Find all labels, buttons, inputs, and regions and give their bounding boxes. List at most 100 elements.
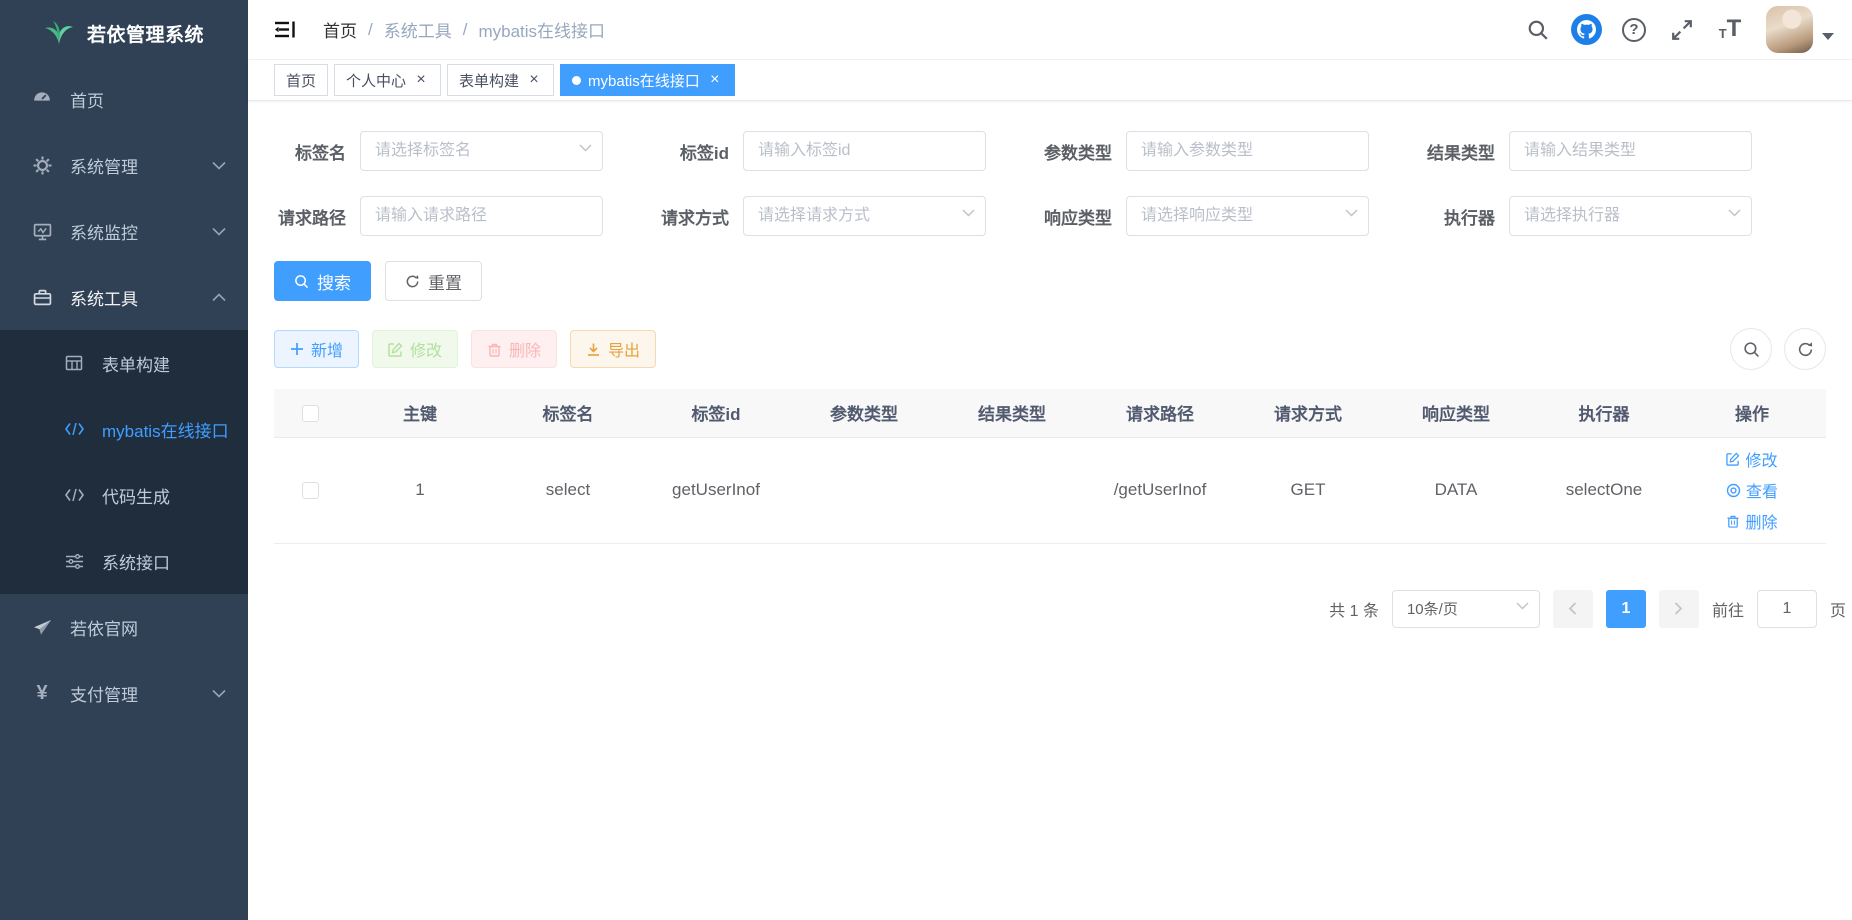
- yen-icon: ¥: [30, 682, 54, 705]
- user-menu[interactable]: [1766, 6, 1834, 53]
- sidebar-item-label: 系统管理: [70, 153, 138, 178]
- breadcrumb-separator: /: [463, 20, 468, 40]
- header-tag-id: 标签id: [642, 389, 790, 437]
- edit-button[interactable]: 修改: [372, 330, 458, 368]
- help-button[interactable]: ?: [1614, 8, 1654, 52]
- refresh-table-button[interactable]: [1784, 328, 1826, 370]
- page-unit-label: 页: [1830, 597, 1846, 621]
- cell-tag-name: select: [494, 437, 642, 543]
- table-right-tools: [1730, 328, 1826, 370]
- next-page-button[interactable]: [1659, 590, 1699, 628]
- sidebar-item-system-monitor[interactable]: 系统监控: [0, 198, 248, 264]
- request-path-input[interactable]: [360, 196, 603, 236]
- header-search-button[interactable]: [1518, 8, 1558, 52]
- close-icon[interactable]: ×: [707, 72, 723, 88]
- top-navbar: 首页 / 系统工具 / mybatis在线接口 ?: [248, 0, 1852, 60]
- sidebar-item-system-tools[interactable]: 系统工具: [0, 264, 248, 330]
- tab-profile[interactable]: 个人中心 ×: [334, 64, 441, 96]
- code-icon: [62, 422, 86, 436]
- font-size-button[interactable]: TT: [1710, 8, 1750, 52]
- header-primary-key: 主键: [346, 389, 494, 437]
- font-size-icon: TT: [1719, 19, 1742, 39]
- search-button[interactable]: 搜索: [274, 261, 371, 301]
- search-icon: [1527, 19, 1549, 41]
- header-request-path: 请求路径: [1086, 389, 1234, 437]
- gear-icon: [30, 156, 54, 175]
- tag-id-input[interactable]: [743, 131, 986, 171]
- chevron-right-icon: [1674, 602, 1683, 615]
- cell-response-type: DATA: [1382, 437, 1530, 543]
- filter-label: 结果类型: [1423, 139, 1509, 164]
- prev-page-button[interactable]: [1553, 590, 1593, 628]
- filter-label: 请求方式: [657, 204, 743, 229]
- page-number-button[interactable]: 1: [1606, 590, 1646, 628]
- view-link[interactable]: 查看: [1726, 478, 1778, 502]
- close-icon[interactable]: ×: [526, 72, 542, 88]
- sidebar-item-code-gen[interactable]: 代码生成: [0, 462, 248, 528]
- sidebar-item-mybatis-api[interactable]: mybatis在线接口: [0, 396, 248, 462]
- breadcrumb-item-home[interactable]: 首页: [323, 17, 357, 42]
- tag-name-select[interactable]: [360, 131, 603, 171]
- hamburger-icon: [274, 20, 297, 39]
- executor-select[interactable]: [1509, 196, 1752, 236]
- filter-row-1: 标签名 标签id 参数类型 结果类型: [274, 131, 1826, 171]
- cell-request-method: GET: [1234, 437, 1382, 543]
- sidebar-fold-button[interactable]: [262, 10, 309, 49]
- sidebar-item-home[interactable]: 首页: [0, 66, 248, 132]
- send-icon: [30, 619, 54, 636]
- app-root: 若依管理系统 首页 系统管理: [0, 0, 1852, 920]
- sidebar-item-label: 系统工具: [70, 285, 138, 310]
- filter-label: 执行器: [1423, 204, 1509, 229]
- sidebar-item-official-site[interactable]: 若依官网: [0, 594, 248, 660]
- response-type-select[interactable]: [1126, 196, 1369, 236]
- goto-page-input[interactable]: [1757, 590, 1817, 628]
- sidebar-item-payment[interactable]: ¥ 支付管理: [0, 660, 248, 726]
- tab-label: 表单构建: [459, 70, 519, 91]
- delete-button[interactable]: 删除: [471, 330, 557, 368]
- app-logo[interactable]: 若依管理系统: [0, 0, 248, 66]
- param-type-input[interactable]: [1126, 131, 1369, 171]
- filter-label: 标签名: [274, 139, 360, 164]
- sidebar-item-system-manage[interactable]: 系统管理: [0, 132, 248, 198]
- breadcrumb-item-current: mybatis在线接口: [478, 17, 605, 42]
- github-link-button[interactable]: [1566, 8, 1606, 52]
- header-executor: 执行器: [1530, 389, 1678, 437]
- header-request-method: 请求方式: [1234, 389, 1382, 437]
- reset-button[interactable]: 重置: [385, 261, 482, 301]
- row-checkbox[interactable]: [302, 482, 319, 499]
- cell-operations: 修改 查看 删除: [1678, 437, 1826, 543]
- eye-icon: [1726, 483, 1741, 498]
- avatar: [1766, 6, 1813, 53]
- fullscreen-button[interactable]: [1662, 8, 1702, 52]
- tab-mybatis-api[interactable]: mybatis在线接口 ×: [560, 64, 735, 96]
- filter-param-type: 参数类型: [1040, 131, 1369, 171]
- chevron-down-icon: [1516, 602, 1529, 610]
- header-tag-name: 标签名: [494, 389, 642, 437]
- sidebar-item-label: 系统监控: [70, 219, 138, 244]
- delete-link[interactable]: 删除: [1726, 509, 1777, 533]
- total-count: 共 1 条: [1329, 597, 1379, 621]
- sidebar-item-form-builder[interactable]: 表单构建: [0, 330, 248, 396]
- sidebar-item-system-api[interactable]: 系统接口: [0, 528, 248, 594]
- page-content: 标签名 标签id 参数类型 结果类型: [248, 101, 1852, 920]
- search-icon: [294, 274, 309, 289]
- filter-response-type: 响应类型: [1040, 196, 1369, 236]
- search-actions: 搜索 重置: [274, 261, 1826, 301]
- sidebar-item-label: mybatis在线接口: [102, 417, 229, 442]
- tags-view-bar: 首页 个人中心 × 表单构建 × mybatis在线接口 ×: [248, 60, 1852, 101]
- tab-home[interactable]: 首页: [274, 64, 328, 96]
- select-all-checkbox[interactable]: [302, 405, 319, 422]
- export-button[interactable]: 导出: [570, 330, 656, 368]
- sidebar-item-label: 表单构建: [102, 351, 170, 376]
- edit-link[interactable]: 修改: [1726, 447, 1777, 471]
- request-method-select[interactable]: [743, 196, 986, 236]
- filter-label: 参数类型: [1040, 139, 1126, 164]
- breadcrumb-separator: /: [368, 20, 373, 40]
- filter-tag-id: 标签id: [657, 131, 986, 171]
- result-type-input[interactable]: [1509, 131, 1752, 171]
- tab-form-builder[interactable]: 表单构建 ×: [447, 64, 554, 96]
- toggle-search-button[interactable]: [1730, 328, 1772, 370]
- sidebar-item-label: 系统接口: [102, 549, 170, 574]
- close-icon[interactable]: ×: [413, 72, 429, 88]
- add-button[interactable]: 新增: [274, 330, 359, 368]
